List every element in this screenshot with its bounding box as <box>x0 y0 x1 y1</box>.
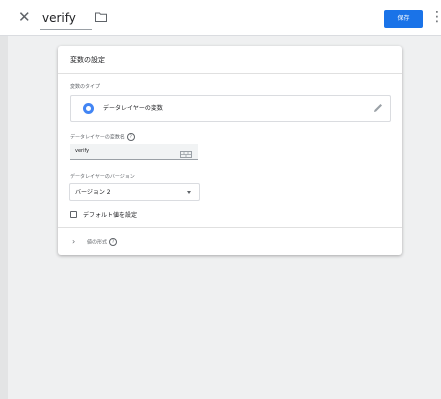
variable-title-input[interactable]: verify <box>40 9 92 30</box>
title-divider <box>58 73 402 74</box>
folder-icon[interactable] <box>95 12 107 22</box>
value-format-label: 値の形式 <box>87 239 108 246</box>
value-format-toggle[interactable]: 値の形式? <box>87 238 118 247</box>
chevron-right-icon[interactable]: › <box>72 237 75 246</box>
variable-type-selector[interactable]: データレイヤーの変数 <box>70 95 391 122</box>
variable-name-value: verify <box>75 148 90 154</box>
dropdown-caret-icon <box>187 191 191 194</box>
card-title: 変数の設定 <box>70 56 105 64</box>
close-icon[interactable]: ✕ <box>18 10 32 25</box>
left-edge <box>0 0 8 399</box>
default-value-checkbox[interactable] <box>70 211 77 218</box>
variable-type-name: データレイヤーの変数 <box>103 105 163 112</box>
version-value: バージョン 2 <box>75 189 111 196</box>
variable-config-card: 変数の設定 変数のタイプ データレイヤーの変数 データレイヤーの変数名? ver… <box>58 46 402 255</box>
format-divider <box>58 227 402 228</box>
default-value-label: デフォルト値を設定 <box>83 212 138 219</box>
edit-pencil-icon[interactable] <box>373 103 383 113</box>
editor-toolbar: ✕ verify 保存 ⋮ <box>0 0 441 36</box>
more-vert-icon[interactable]: ⋮ <box>430 8 441 26</box>
variable-type-label: 変数のタイプ <box>70 84 101 90</box>
data-layer-icon <box>83 103 94 114</box>
help-icon[interactable]: ? <box>126 133 135 141</box>
variable-picker-icon[interactable] <box>180 151 192 158</box>
version-label: データレイヤーのバージョン <box>70 174 135 180</box>
variable-name-label: データレイヤーの変数名 <box>70 134 125 141</box>
variable-name-input[interactable]: verify <box>70 144 198 160</box>
version-select[interactable]: バージョン 2 <box>69 183 200 201</box>
help-icon[interactable]: ? <box>109 238 118 246</box>
variable-name-label-row: データレイヤーの変数名? <box>70 133 135 142</box>
save-button[interactable]: 保存 <box>384 10 423 28</box>
